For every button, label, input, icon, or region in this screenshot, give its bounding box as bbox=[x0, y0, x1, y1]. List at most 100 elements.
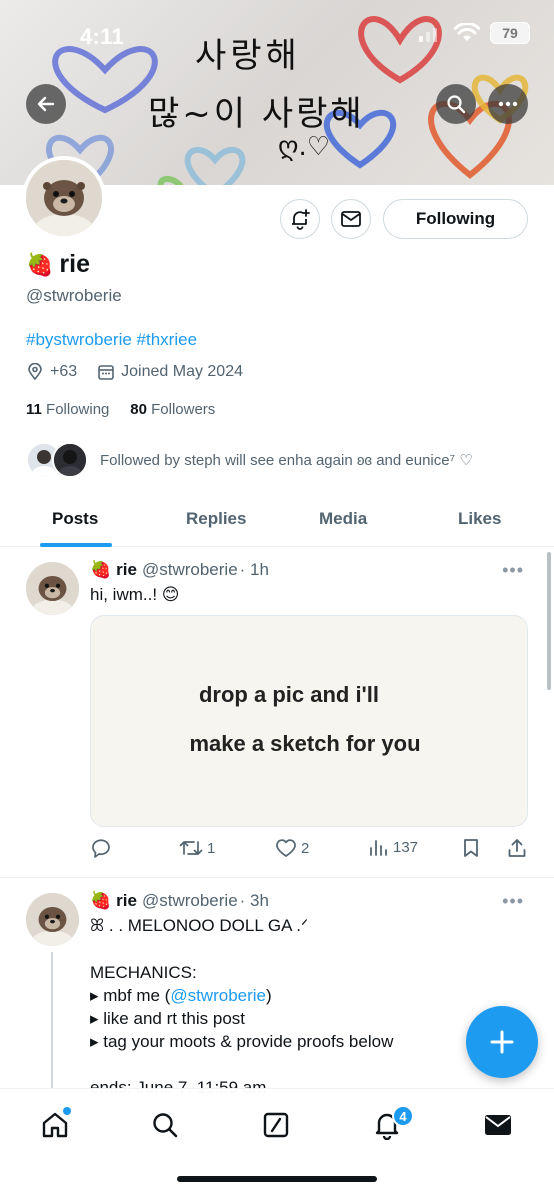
status-icons: 79 bbox=[418, 22, 530, 44]
message-button[interactable] bbox=[331, 199, 371, 239]
tab-replies[interactable]: Replies bbox=[186, 509, 246, 529]
views-icon bbox=[370, 840, 387, 856]
grok-icon bbox=[263, 1112, 289, 1138]
like-button[interactable]: 2 bbox=[275, 838, 309, 858]
post-author-name[interactable]: rie bbox=[116, 891, 137, 911]
post-text-line: ▸ mbf me (@stwroberie) bbox=[90, 984, 272, 1007]
reply-icon bbox=[92, 839, 110, 858]
strawberry-emoji: 🍓 bbox=[90, 891, 112, 910]
more-options-button[interactable] bbox=[488, 84, 528, 124]
post-header: 🍓 rie @stwroberie · 1h bbox=[90, 560, 269, 580]
otter-avatar-image bbox=[26, 562, 79, 615]
followers-link[interactable]: 80 Followers bbox=[130, 401, 215, 418]
banner-handwriting-2: 많~이 사랑해 bbox=[148, 94, 365, 134]
post-avatar[interactable] bbox=[26, 893, 79, 946]
post-author-handle: @stwroberie bbox=[141, 891, 238, 910]
back-arrow-icon bbox=[37, 96, 55, 112]
notify-button[interactable] bbox=[280, 199, 320, 239]
otter-avatar-image bbox=[26, 893, 79, 946]
post-text-line: ▸ like and rt this post bbox=[90, 1009, 245, 1028]
nav-grok[interactable] bbox=[260, 1109, 292, 1141]
post-header: 🍓 rie @stwroberie · 3h bbox=[90, 891, 269, 911]
wifi-icon bbox=[454, 23, 480, 41]
post-text-line: ꕤ . . MELONOO DOLL GA .ᐟ bbox=[90, 916, 309, 935]
nav-messages[interactable] bbox=[482, 1109, 514, 1141]
strawberry-emoji: 🍓 bbox=[26, 251, 54, 277]
post-text-line: ▸ tag your moots & provide proofs below bbox=[90, 1032, 394, 1051]
search-icon bbox=[153, 1113, 178, 1138]
following-button[interactable]: Following bbox=[383, 199, 528, 239]
profile-bio[interactable]: #bystwroberie #thxriee bbox=[26, 330, 197, 350]
scrollbar[interactable] bbox=[547, 552, 551, 690]
post-actions: 1 2 137 bbox=[90, 838, 530, 862]
tab-likes[interactable]: Likes bbox=[458, 509, 501, 529]
post-avatar[interactable] bbox=[26, 562, 79, 615]
active-tab-indicator bbox=[40, 543, 112, 547]
followers-count: 80 bbox=[130, 401, 147, 418]
heart-icon bbox=[276, 839, 296, 857]
retweet-icon bbox=[179, 841, 203, 855]
notify-bell-icon bbox=[292, 209, 310, 230]
post-media-image[interactable]: drop a pic and i'll make a sketch for yo… bbox=[90, 615, 528, 827]
mail-icon bbox=[485, 1115, 511, 1135]
bookmark-button[interactable] bbox=[462, 838, 480, 858]
strawberry-emoji: 🍓 bbox=[90, 560, 112, 579]
profile-avatar[interactable] bbox=[22, 156, 106, 240]
mail-icon bbox=[341, 211, 361, 227]
retweet-button[interactable]: 1 bbox=[179, 838, 215, 858]
nav-search[interactable] bbox=[149, 1109, 181, 1141]
media-text-line: make a sketch for you bbox=[189, 731, 421, 756]
notifications-badge: 4 bbox=[392, 1105, 414, 1127]
like-count: 2 bbox=[301, 839, 310, 857]
mention-link[interactable]: @stwroberie bbox=[170, 986, 266, 1005]
display-name-text: rie bbox=[59, 250, 90, 278]
joined-text: Joined May 2024 bbox=[121, 363, 243, 380]
followed-by-row[interactable]: Followed by steph will see enha again ʚɞ… bbox=[26, 442, 473, 478]
plus-icon bbox=[490, 1030, 514, 1054]
banner-handwriting-1: 사랑해 bbox=[195, 36, 301, 76]
home-indicator bbox=[177, 1176, 377, 1182]
thread-connector-line bbox=[51, 952, 53, 1092]
post-text-segment: ) bbox=[266, 986, 272, 1005]
share-button[interactable] bbox=[507, 838, 527, 858]
post-more-button[interactable]: ••• bbox=[502, 891, 524, 912]
status-time: 4:11 bbox=[80, 24, 125, 49]
back-button[interactable] bbox=[26, 84, 66, 124]
post-more-button[interactable]: ••• bbox=[502, 560, 524, 581]
follower-photo bbox=[54, 444, 86, 476]
bookmark-icon bbox=[464, 839, 478, 857]
retweet-count: 1 bbox=[207, 839, 216, 857]
followed-by-text: Followed by steph will see enha again ʚɞ… bbox=[100, 452, 473, 469]
following-count: 11 bbox=[26, 401, 42, 418]
views-button[interactable]: 137 bbox=[369, 838, 418, 856]
post-text-segment: ▸ mbf me ( bbox=[90, 986, 171, 1005]
follower-avatar bbox=[52, 442, 88, 478]
battery-indicator: 79 bbox=[490, 22, 530, 44]
location-text: +63 bbox=[50, 363, 78, 380]
following-link[interactable]: 11 Following bbox=[26, 401, 109, 418]
bottom-navigation: 4 bbox=[0, 1088, 554, 1200]
profile-meta: +63 Joined May 2024 bbox=[26, 363, 243, 381]
post-author-handle: @stwroberie bbox=[141, 560, 238, 579]
calendar-icon bbox=[98, 365, 114, 380]
display-name: 🍓 rie bbox=[26, 250, 90, 279]
follow-stats: 11 Following 80 Followers bbox=[26, 401, 215, 418]
tab-posts[interactable]: Posts bbox=[52, 509, 98, 529]
signal-icon bbox=[419, 28, 437, 42]
post-text-line: MECHANICS: bbox=[90, 963, 197, 982]
search-button[interactable] bbox=[436, 84, 476, 124]
post-time: · 3h bbox=[239, 891, 269, 910]
views-count: 137 bbox=[393, 838, 419, 856]
compose-post-button[interactable] bbox=[466, 1006, 538, 1078]
reply-button[interactable] bbox=[90, 838, 112, 858]
post-author-name[interactable]: rie bbox=[116, 560, 137, 580]
post-text: hi, iwm..! 😊 bbox=[90, 585, 180, 604]
share-icon bbox=[508, 839, 526, 857]
post-divider bbox=[0, 877, 554, 878]
location-icon bbox=[28, 363, 42, 381]
profile-tabs: Posts Replies Media Likes bbox=[0, 490, 554, 547]
post-time: · 1h bbox=[239, 560, 269, 579]
media-text-line: drop a pic and i'll bbox=[198, 682, 380, 707]
tab-media[interactable]: Media bbox=[319, 509, 367, 529]
following-label: Following bbox=[46, 401, 110, 418]
